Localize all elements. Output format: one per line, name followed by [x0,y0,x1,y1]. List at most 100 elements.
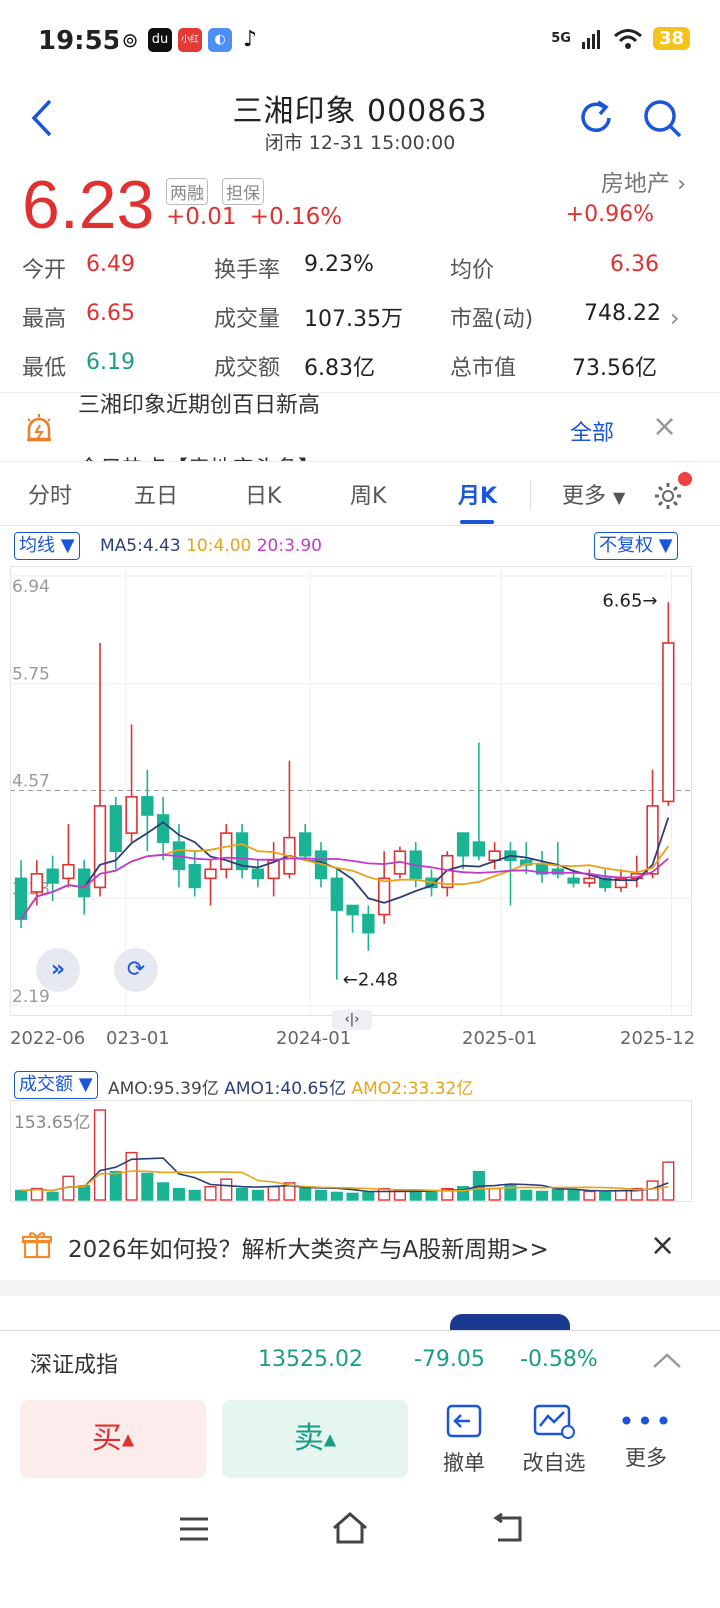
candle-body [456,832,470,857]
y-tick-label: 6.94 [12,577,50,597]
volume-bar [46,1191,59,1201]
volume-selector-label: 成交额 [19,1074,73,1095]
margin-tag: 两融 [166,178,208,205]
turnover-value: 9.23% [304,252,374,277]
volume-bar [409,1190,422,1201]
y-tick-label: 4.57 [12,772,50,792]
volume-bar [488,1187,501,1201]
close-icon[interactable]: × [652,409,677,444]
sell-button[interactable]: 卖▲ [222,1400,408,1478]
collateral-tag: 担保 [222,178,264,205]
news-all-link[interactable]: 全部 [570,415,614,447]
tab-weekly-k[interactable]: 周K [350,478,386,510]
x-axis: 2022-06 023-01 2024-01 2025-01 2025-12 [0,1028,720,1054]
sector-link[interactable]: 房地产 › [601,164,686,198]
buy-label: 买 [91,1421,122,1456]
candlestick-chart[interactable]: 6.945.754.573.382.196.65→←2.48 [10,566,692,1016]
candle-body [251,868,265,880]
current-price: 6.23 [22,167,155,243]
candle-body [362,913,375,934]
expand-button[interactable]: » [36,948,80,992]
tab-more-label: 更多 [562,484,607,509]
edit-watchlist-button[interactable]: 改自选 [514,1402,594,1477]
tab-daily-k[interactable]: 日K [245,478,281,510]
search-icon[interactable] [642,98,684,140]
low-label: 最低 [22,356,67,381]
more-dots-icon: ••• [618,1405,674,1438]
ma5-legend: MA5:4.43 [100,536,181,556]
more-button[interactable]: ••• 更多 [606,1402,686,1472]
candle-body [46,868,59,884]
sell-label: 卖 [293,1421,324,1456]
caret-down-icon: ▼ [60,535,75,556]
weibo-icon: ⊚ [118,28,142,52]
volume-chart[interactable] [10,1100,692,1202]
volume-bar [172,1187,185,1201]
candle-body [62,863,75,880]
tiktok-icon: ♪ [238,28,262,52]
high-label: 最高 [22,307,67,332]
active-tab-indicator [460,520,494,524]
notification-dot [678,472,692,486]
menu-icon[interactable] [176,1514,212,1544]
open-value: 6.49 [86,252,135,277]
caret-down-icon: ▼ [78,1074,93,1095]
tab-more[interactable]: 更多 ▼ [562,478,625,510]
home-icon[interactable] [330,1510,370,1546]
ma-selector[interactable]: 均线 ▼ [14,532,80,560]
chart-drag-handle[interactable]: ‹|› [332,1010,372,1030]
buy-button[interactable]: 买▲ [20,1400,206,1478]
stats-expand-icon[interactable]: › [670,304,680,332]
tab-five-day[interactable]: 五日 [134,478,178,510]
ma10-legend: 10:4.00 [186,536,252,556]
amount-value: 6.83亿 [304,356,375,381]
candle-body [567,877,580,884]
settings-gear-icon[interactable] [652,480,684,512]
cancel-order-button[interactable]: 撤单 [424,1402,504,1477]
promo-banner[interactable]: 2026年如何投？解析大类资产与A股新周期>> × [0,1214,720,1280]
tab-divider [530,480,531,510]
caret-up-icon: ▲ [121,1429,135,1449]
tab-monthly-k[interactable]: 月K [458,478,497,510]
volume-bar [646,1180,659,1201]
low-marker: ←2.48 [343,970,398,991]
volume-bar [662,1161,675,1201]
index-ticker[interactable]: 深证成指 13525.02 -79.05 -0.58% [0,1330,720,1390]
clock: 19:55 [38,26,121,56]
news-headline: 三湘印象近期创百日新高 [78,393,321,418]
volume-bar [362,1191,375,1201]
high-marker: 6.65→ [602,590,657,611]
amount-label: 成交额 [214,356,281,381]
volume-selector[interactable]: 成交额 ▼ [14,1071,98,1099]
refresh-icon[interactable] [576,98,616,138]
tab-intraday[interactable]: 分时 [28,478,72,510]
caret-up-icon: ▲ [323,1429,337,1449]
battery-indicator: 38 [652,27,690,50]
volume-bar [551,1187,564,1201]
news-headline: 今日热点【房地产头条】 [78,451,320,461]
volume-bar [583,1190,596,1201]
rotate-screen-button[interactable]: ⟳ [114,948,158,992]
ma-selector-label: 均线 [19,535,55,556]
wifi-icon [613,28,642,49]
volume-bar [535,1190,549,1201]
chevron-up-icon[interactable] [652,1351,682,1371]
volume-bar [251,1189,264,1201]
back-nav-icon[interactable] [488,1512,528,1546]
change-value: +0.01 [166,204,237,230]
volume-bar [567,1189,580,1201]
gift-icon [22,1232,52,1259]
open-label: 今开 [22,258,67,283]
candle-body [330,877,343,911]
volume-bar [599,1191,612,1201]
pe-label: 市盈(动) [450,307,534,332]
ma20-legend: 20:3.90 [256,536,322,556]
network-indicator: 5G [551,31,571,46]
app-icon: 小红书 [178,28,202,69]
close-icon[interactable]: × [650,1228,675,1263]
trade-bar: 买▲ 卖▲ 撤单 改自选 ••• 更多 [0,1390,720,1490]
change-pct: +0.16% [249,204,343,230]
pe-value: 748.22 [584,301,661,326]
adjust-selector[interactable]: 不复权 ▼ [594,532,678,560]
news-ticker[interactable]: 三湘印象近期创百日新高 今日热点【房地产头条】 全部 × [0,392,720,462]
